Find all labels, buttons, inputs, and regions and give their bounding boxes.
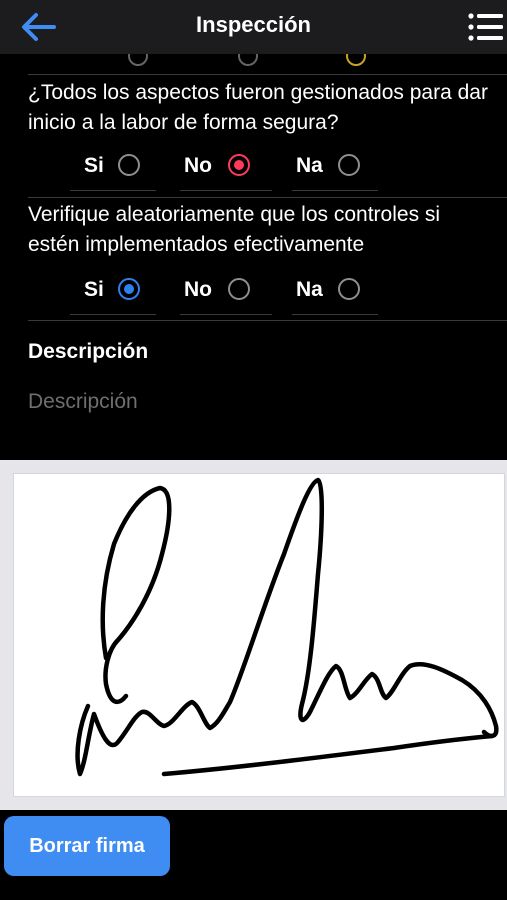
option-label: Na: [296, 278, 323, 301]
question-2-text: Verifique aleatoriamente que los control…: [28, 203, 441, 256]
radio-selected-icon[interactable]: [228, 154, 250, 176]
question-1-text: ¿Todos los aspectos fueron gestionados p…: [28, 81, 488, 134]
menu-button[interactable]: [467, 10, 505, 44]
divider: [180, 314, 272, 315]
radio-icon[interactable]: [338, 278, 360, 300]
description-input[interactable]: [28, 382, 468, 422]
divider: [180, 190, 272, 191]
option-label: Na: [296, 154, 323, 177]
signature-area: [0, 460, 507, 810]
option-label: No: [184, 154, 212, 177]
divider: [28, 197, 507, 198]
radio-icon[interactable]: [228, 278, 250, 300]
q1-option-no[interactable]: No: [184, 144, 256, 188]
divider: [292, 190, 378, 191]
option-label: Si: [84, 154, 104, 177]
q2-option-si[interactable]: Si: [84, 268, 144, 312]
previous-options-peek: [10, 54, 497, 66]
divider: [70, 314, 156, 315]
radio-icon[interactable]: [118, 154, 140, 176]
signature-pad[interactable]: [13, 473, 505, 797]
page-title: Inspección: [196, 12, 311, 37]
option-label: Si: [84, 278, 104, 301]
question-2-options: Si No Na: [0, 268, 507, 315]
list-menu-icon: [468, 13, 503, 41]
q2-option-na[interactable]: Na: [296, 268, 366, 312]
q1-option-na[interactable]: Na: [296, 144, 366, 188]
radio-icon: [346, 54, 366, 66]
divider: [28, 320, 507, 321]
radio-icon: [238, 54, 258, 66]
signature-drawing: [75, 477, 499, 777]
description-label: Descripción: [28, 340, 149, 363]
divider: [292, 314, 378, 315]
radio-selected-icon[interactable]: [118, 278, 140, 300]
radio-icon: [128, 54, 148, 66]
option-label: No: [184, 278, 212, 301]
q2-option-no[interactable]: No: [184, 268, 256, 312]
divider: [28, 74, 507, 75]
q1-option-si[interactable]: Si: [84, 144, 144, 188]
question-1-options: Si No Na: [0, 144, 507, 191]
form-content[interactable]: ¿Todos los aspectos fueron gestionados p…: [0, 54, 507, 460]
clear-signature-button[interactable]: Borrar firma: [4, 816, 170, 876]
top-bar: Inspección: [0, 0, 507, 54]
divider: [70, 190, 156, 191]
radio-icon[interactable]: [338, 154, 360, 176]
